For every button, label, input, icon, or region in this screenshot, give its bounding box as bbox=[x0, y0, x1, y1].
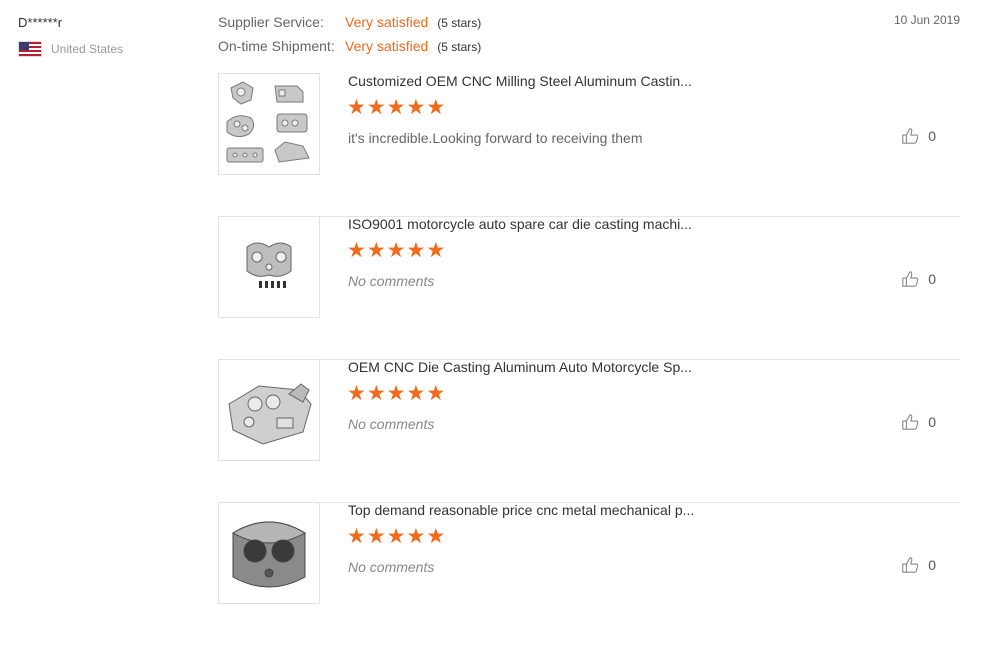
star-icon: ★ bbox=[426, 239, 446, 262]
thumbs-up-icon bbox=[902, 271, 919, 287]
product-thumbnail[interactable] bbox=[218, 502, 320, 604]
review-comment: No comments bbox=[348, 559, 435, 575]
star-icon: ★ bbox=[406, 96, 426, 119]
star-icon: ★ bbox=[347, 525, 366, 548]
star-icon: ★ bbox=[426, 525, 446, 548]
cast-parts-collage-icon bbox=[226, 81, 310, 163]
product-title-link[interactable]: Customized OEM CNC Milling Steel Aluminu… bbox=[348, 73, 692, 89]
star-icon: ★ bbox=[426, 96, 446, 119]
review-comment: it's incredible.Looking forward to recei… bbox=[348, 130, 643, 146]
like-button[interactable]: 0 bbox=[901, 127, 936, 145]
supplier-service-rating: Supplier Service: Very satisfied (5 star… bbox=[218, 14, 481, 30]
machined-metal-part-icon bbox=[232, 521, 306, 588]
like-button[interactable]: 0 bbox=[901, 270, 936, 288]
like-count: 0 bbox=[928, 271, 936, 287]
thumbs-up-icon bbox=[902, 414, 919, 430]
rating-value: Very satisfied bbox=[345, 14, 429, 30]
review-date: 10 Jun 2019 bbox=[893, 13, 960, 27]
buyer-country: United States bbox=[18, 41, 123, 57]
star-icon: ★ bbox=[366, 525, 386, 548]
like-button[interactable]: 0 bbox=[901, 556, 936, 574]
review-item: Top demand reasonable price cnc metal me… bbox=[218, 502, 960, 645]
rating-stars-text: (5 stars) bbox=[437, 16, 482, 30]
product-thumbnail[interactable] bbox=[218, 216, 320, 318]
star-icon: ★ bbox=[406, 239, 426, 262]
aluminum-engine-block-icon bbox=[228, 383, 312, 445]
product-rating-stars: ★ ★ ★ ★ ★ bbox=[347, 526, 446, 548]
like-button[interactable]: 0 bbox=[901, 413, 936, 431]
star-icon: ★ bbox=[406, 525, 426, 548]
rating-stars-text: (5 stars) bbox=[437, 40, 482, 54]
thumbs-up-icon bbox=[902, 128, 919, 144]
star-icon: ★ bbox=[366, 239, 386, 262]
review-item: OEM CNC Die Casting Aluminum Auto Motorc… bbox=[218, 359, 960, 503]
product-rating-stars: ★ ★ ★ ★ ★ bbox=[347, 240, 446, 262]
product-title-link[interactable]: OEM CNC Die Casting Aluminum Auto Motorc… bbox=[348, 359, 692, 375]
star-icon: ★ bbox=[426, 382, 446, 405]
review-comment: No comments bbox=[348, 416, 435, 432]
rating-label: Supplier Service: bbox=[218, 14, 324, 30]
product-rating-stars: ★ ★ ★ ★ ★ bbox=[347, 97, 446, 119]
star-icon: ★ bbox=[386, 96, 406, 119]
star-icon: ★ bbox=[366, 96, 386, 119]
product-title-link[interactable]: ISO9001 motorcycle auto spare car die ca… bbox=[348, 216, 692, 232]
star-icon: ★ bbox=[347, 96, 366, 119]
product-rating-stars: ★ ★ ★ ★ ★ bbox=[347, 383, 446, 405]
like-count: 0 bbox=[928, 557, 936, 573]
us-flag-icon bbox=[18, 41, 42, 57]
thumbs-up-icon bbox=[902, 557, 919, 573]
star-icon: ★ bbox=[366, 382, 386, 405]
review-item: Customized OEM CNC Milling Steel Aluminu… bbox=[218, 73, 960, 217]
like-count: 0 bbox=[928, 414, 936, 430]
rating-value: Very satisfied bbox=[345, 38, 429, 54]
review-item: ISO9001 motorcycle auto spare car die ca… bbox=[218, 216, 960, 360]
buyer-name: D******r bbox=[18, 15, 63, 30]
star-icon: ★ bbox=[347, 239, 366, 262]
star-icon: ★ bbox=[386, 382, 406, 405]
star-icon: ★ bbox=[406, 382, 426, 405]
die-cast-housing-with-screws-icon bbox=[246, 242, 292, 288]
country-label: United States bbox=[51, 42, 124, 56]
review-comment: No comments bbox=[348, 273, 435, 289]
rating-label: On-time Shipment: bbox=[218, 38, 335, 54]
star-icon: ★ bbox=[386, 239, 406, 262]
product-thumbnail[interactable] bbox=[218, 73, 320, 175]
product-thumbnail[interactable] bbox=[218, 359, 320, 461]
like-count: 0 bbox=[928, 128, 936, 144]
star-icon: ★ bbox=[386, 525, 406, 548]
star-icon: ★ bbox=[347, 382, 366, 405]
ontime-shipment-rating: On-time Shipment: Very satisfied (5 star… bbox=[218, 38, 481, 54]
product-title-link[interactable]: Top demand reasonable price cnc metal me… bbox=[348, 502, 694, 518]
